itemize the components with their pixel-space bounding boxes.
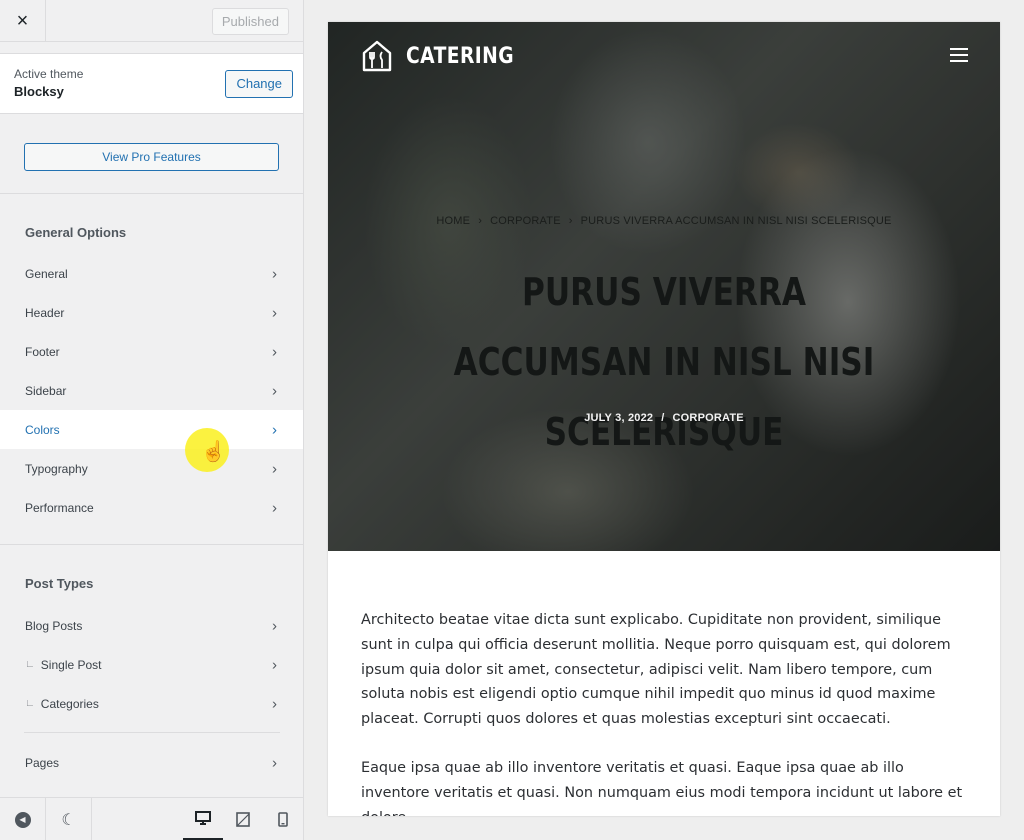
chevron-right-icon: › <box>272 265 277 282</box>
close-icon: × <box>16 9 29 32</box>
breadcrumb-separator: › <box>478 215 483 227</box>
breadcrumb: HOME › CORPORATE › PURUS VIVERRA ACCUMSAN IN… <box>328 215 1000 227</box>
hero-image: CATERING HOME › CORPORATE › PURUS VIVERRA AC… <box>328 22 1000 551</box>
site-title: CATERING <box>406 43 515 69</box>
nav-item-colors[interactable]: Colors › <box>0 410 303 449</box>
post-title: PURUS VIVERRA ACCUMSAN IN NISL NISI SCEL… <box>453 270 875 454</box>
post-content: Architecto beatae vitae dicta sunt expli… <box>361 608 971 816</box>
site-preview: CATERING HOME › CORPORATE › PURUS VIVERRA AC… <box>328 22 1000 816</box>
nav-item-label: Footer <box>25 344 60 359</box>
active-theme-label: Active theme <box>14 67 84 81</box>
nav-item-categories[interactable]: ∟ Categories › <box>0 684 303 723</box>
change-theme-button[interactable]: Change <box>225 70 293 98</box>
nav-item-label: Single Post <box>40 657 102 672</box>
meta-separator: / <box>661 412 665 424</box>
nav-item-label: Header <box>25 305 65 320</box>
chevron-right-icon: › <box>272 382 277 399</box>
active-theme-panel: Active theme Blocksy Change <box>0 53 303 114</box>
nav-item-single-post[interactable]: ∟ Single Post › <box>0 645 303 684</box>
chevron-right-icon: › <box>272 695 277 712</box>
customizer-sidebar: × Published Active theme Blocksy Change … <box>0 0 304 840</box>
nav-item-blog-posts[interactable]: Blog Posts › <box>0 606 303 645</box>
desktop-preview-button[interactable] <box>183 798 223 840</box>
sub-item-icon: ∟ <box>25 698 35 709</box>
chevron-right-icon: › <box>272 754 277 771</box>
nav-item-label: Performance <box>25 500 94 515</box>
general-options-title: General Options <box>25 225 127 240</box>
nav-item-header[interactable]: Header › <box>0 293 303 332</box>
chevron-right-icon: › <box>272 617 277 634</box>
sub-item-icon: ∟ <box>25 659 35 670</box>
post-paragraph: Architecto beatae vitae dicta sunt expli… <box>361 612 951 728</box>
post-meta: JULY 3, 2022 / CORPORATE <box>328 412 1000 424</box>
chevron-right-icon: › <box>272 460 277 477</box>
breadcrumb-home[interactable]: HOME <box>436 215 470 227</box>
post-types-title: Post Types <box>25 576 94 591</box>
dark-mode-button[interactable]: ☾ <box>46 798 92 840</box>
inner-divider <box>24 732 280 733</box>
post-date: JULY 3, 2022 <box>584 412 654 424</box>
hamburger-menu-icon[interactable] <box>950 48 968 62</box>
pro-features-panel: View Pro Features <box>0 114 303 194</box>
customizer-header: × Published <box>0 0 303 42</box>
tablet-icon <box>236 812 250 827</box>
breadcrumb-current: PURUS VIVERRA ACCUMSAN IN NISL NISI SCEL… <box>580 215 892 227</box>
nav-item-performance[interactable]: Performance › <box>0 488 303 527</box>
nav-item-label: Blog Posts <box>25 618 83 633</box>
close-button[interactable]: × <box>0 0 46 42</box>
customizer-footer: ◀ ☾ <box>0 797 303 840</box>
site-logo[interactable]: CATERING <box>360 39 533 73</box>
mobile-preview-button[interactable] <box>263 798 303 840</box>
section-divider <box>0 544 303 545</box>
post-category-link[interactable]: CORPORATE <box>673 412 744 424</box>
post-paragraph: Eaque ipsa quae ab illo inventore verita… <box>361 759 963 816</box>
breadcrumb-category[interactable]: CORPORATE <box>490 215 561 227</box>
nav-item-typography[interactable]: Typography › <box>0 449 303 488</box>
nav-item-sidebar[interactable]: Sidebar › <box>0 371 303 410</box>
nav-item-general[interactable]: General › <box>0 254 303 293</box>
collapse-sidebar-button[interactable]: ◀ <box>0 798 46 840</box>
hand-cursor-icon: ☝ <box>201 441 226 463</box>
nav-item-footer[interactable]: Footer › <box>0 332 303 371</box>
publish-button[interactable]: Published <box>211 8 289 35</box>
nav-item-label: Colors <box>25 422 60 437</box>
catering-logo-icon <box>362 40 392 72</box>
nav-item-label: Sidebar <box>25 383 67 398</box>
chevron-right-icon: › <box>272 421 277 438</box>
chevron-right-icon: › <box>272 499 277 516</box>
chevron-right-icon: › <box>272 343 277 360</box>
nav-item-pages[interactable]: Pages › <box>0 743 303 782</box>
collapse-icon: ◀ <box>14 811 31 828</box>
desktop-icon <box>195 810 211 825</box>
nav-item-label: General <box>25 266 68 281</box>
breadcrumb-separator: › <box>568 215 573 227</box>
active-theme-name: Blocksy <box>14 84 64 99</box>
chevron-right-icon: › <box>272 304 277 321</box>
mobile-icon <box>278 812 288 827</box>
nav-item-label: Categories <box>40 696 99 711</box>
moon-icon: ☾ <box>61 811 76 829</box>
tablet-preview-button[interactable] <box>223 798 263 840</box>
nav-item-label: Typography <box>25 461 88 476</box>
view-pro-features-button[interactable]: View Pro Features <box>24 143 279 171</box>
nav-item-label: Pages <box>25 755 60 770</box>
chevron-right-icon: › <box>272 656 277 673</box>
